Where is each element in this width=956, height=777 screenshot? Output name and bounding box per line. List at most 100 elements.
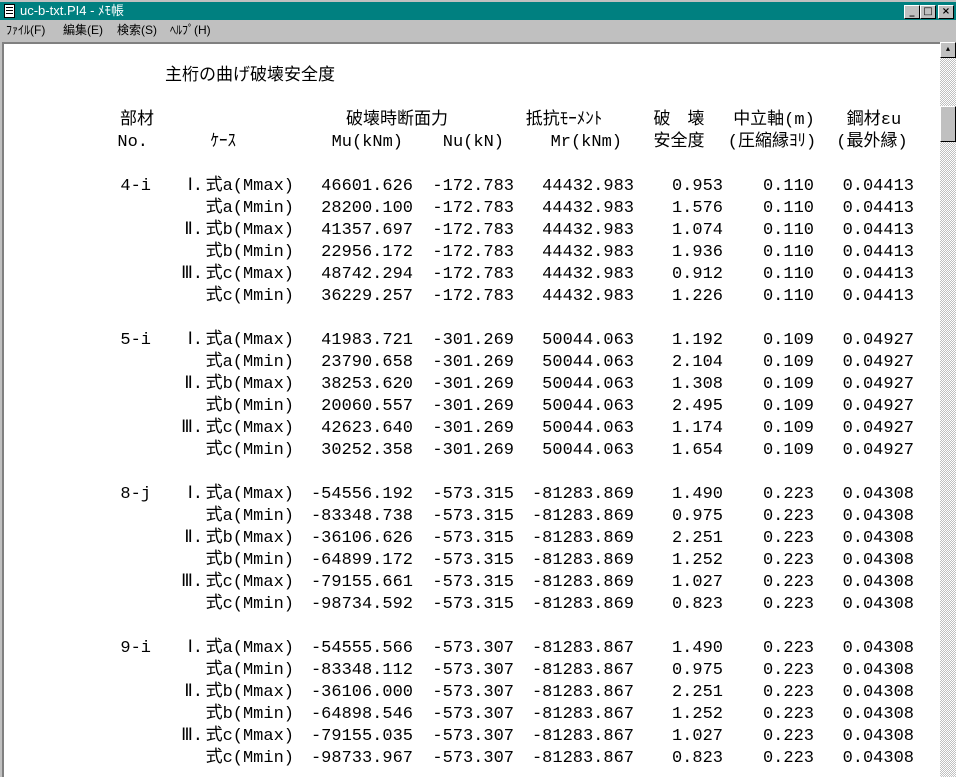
case: 式a(Mmax): [205, 331, 294, 350]
mr-value: -81283.867: [531, 683, 634, 702]
menu-help[interactable]: ﾍﾙﾌﾟ(H): [170, 22, 211, 38]
safety-factor: 2.495: [671, 397, 723, 416]
menu-search[interactable]: 検索(S): [117, 22, 157, 38]
mu-value: -64898.546: [310, 705, 413, 724]
maximize-button[interactable]: □: [920, 5, 936, 19]
nu-value: -573.307: [432, 749, 514, 768]
case: 式b(Mmax): [205, 683, 294, 702]
mr-value: -81283.867: [531, 705, 634, 724]
safety-factor: 1.936: [671, 243, 723, 262]
safety-factor: 1.654: [671, 441, 723, 460]
menu-edit[interactable]: 編集(E): [63, 22, 103, 38]
steel-strain: 0.04413: [842, 243, 914, 262]
scroll-thumb[interactable]: [940, 106, 956, 142]
case: 式a(Mmin): [205, 353, 294, 372]
close-button[interactable]: ×: [938, 5, 954, 19]
mu-value: -83348.112: [310, 661, 413, 680]
case: 式b(Mmin): [205, 705, 294, 724]
case: 式b(Mmin): [205, 397, 294, 416]
header-case: ｹｰｽ: [210, 133, 237, 152]
case: 式b(Mmax): [205, 375, 294, 394]
member-no: 4-i: [120, 177, 151, 196]
mr-value: -81283.869: [531, 595, 634, 614]
header-neutral-axis-1: 中立軸(m): [733, 111, 815, 130]
member-no: 5-i: [120, 331, 151, 350]
safety-factor: 1.074: [671, 221, 723, 240]
steel-strain: 0.04927: [842, 353, 914, 372]
case-prefix: Ⅰ.: [187, 331, 203, 350]
safety-factor: 1.252: [671, 551, 723, 570]
neutral-axis: 0.223: [762, 727, 814, 746]
nu-value: -573.315: [432, 551, 514, 570]
text-editor-area[interactable]: 主桁の曲げ破壊安全度 部材 No. ｹｰｽ 破壊時断面力 Mu(kNm) Nu(kN) 抵抗ﾓ…: [2, 42, 940, 777]
neutral-axis: 0.109: [762, 353, 814, 372]
case: 式b(Mmin): [205, 243, 294, 262]
mu-value: 30252.358: [321, 441, 413, 460]
mr-value: 50044.063: [542, 441, 634, 460]
steel-strain: 0.04308: [842, 551, 914, 570]
mu-value: 48742.294: [321, 265, 413, 284]
header-steel-strain-2: (最外縁): [836, 133, 908, 152]
nu-value: -573.307: [432, 639, 514, 658]
steel-strain: 0.04308: [842, 683, 914, 702]
case: 式a(Mmax): [205, 485, 294, 504]
mu-value: 46601.626: [321, 177, 413, 196]
scroll-up-arrow-icon[interactable]: ▲: [940, 42, 956, 58]
steel-strain: 0.04308: [842, 485, 914, 504]
nu-value: -172.783: [432, 265, 514, 284]
steel-strain: 0.04308: [842, 573, 914, 592]
safety-factor: 1.490: [671, 485, 723, 504]
header-mr: Mr(kNm): [550, 133, 622, 152]
neutral-axis: 0.110: [762, 199, 814, 218]
safety-factor: 0.975: [671, 507, 723, 526]
neutral-axis: 0.223: [762, 529, 814, 548]
steel-strain: 0.04413: [842, 265, 914, 284]
neutral-axis: 0.223: [762, 683, 814, 702]
case: 式b(Mmin): [205, 551, 294, 570]
neutral-axis: 0.109: [762, 397, 814, 416]
case: 式b(Mmax): [205, 221, 294, 240]
steel-strain: 0.04927: [842, 441, 914, 460]
window-title: uc-b-txt.PI4 - ﾒﾓ帳: [20, 3, 125, 18]
nu-value: -573.307: [432, 727, 514, 746]
mr-value: -81283.867: [531, 727, 634, 746]
safety-factor: 1.308: [671, 375, 723, 394]
steel-strain: 0.04308: [842, 705, 914, 724]
steel-strain: 0.04413: [842, 287, 914, 306]
header-member: 部材: [120, 111, 154, 130]
nu-value: -573.315: [432, 573, 514, 592]
header-member-no: No.: [117, 133, 148, 152]
case: 式a(Mmin): [205, 199, 294, 218]
mr-value: 44432.983: [542, 177, 634, 196]
mr-value: 50044.063: [542, 353, 634, 372]
minimize-button[interactable]: _: [904, 5, 920, 19]
neutral-axis: 0.223: [762, 573, 814, 592]
mr-value: -81283.869: [531, 551, 634, 570]
mu-value: 36229.257: [321, 287, 413, 306]
mu-value: -64899.172: [310, 551, 413, 570]
mu-value: -79155.035: [310, 727, 413, 746]
safety-factor: 1.192: [671, 331, 723, 350]
mu-value: 28200.100: [321, 199, 413, 218]
case-prefix: Ⅱ.: [184, 221, 203, 240]
steel-strain: 0.04308: [842, 507, 914, 526]
menu-file[interactable]: ﾌｧｲﾙ(F): [6, 22, 45, 38]
mr-value: 44432.983: [542, 243, 634, 262]
header-mu: Mu(kNm): [331, 133, 403, 152]
safety-factor: 2.251: [671, 683, 723, 702]
nu-value: -172.783: [432, 287, 514, 306]
notepad-icon[interactable]: [4, 4, 15, 18]
safety-factor: 1.174: [671, 419, 723, 438]
mr-value: 50044.063: [542, 419, 634, 438]
vertical-scrollbar[interactable]: ▲: [940, 42, 956, 777]
steel-strain: 0.04308: [842, 661, 914, 680]
mr-value: 50044.063: [542, 331, 634, 350]
steel-strain: 0.04927: [842, 397, 914, 416]
safety-factor: 1.576: [671, 199, 723, 218]
title-bar[interactable]: uc-b-txt.PI4 - ﾒﾓ帳 _ □ ×: [0, 0, 956, 20]
safety-factor: 0.912: [671, 265, 723, 284]
mu-value: -79155.661: [310, 573, 413, 592]
case: 式c(Mmin): [205, 441, 294, 460]
case: 式c(Mmin): [205, 287, 294, 306]
case: 式b(Mmax): [205, 529, 294, 548]
